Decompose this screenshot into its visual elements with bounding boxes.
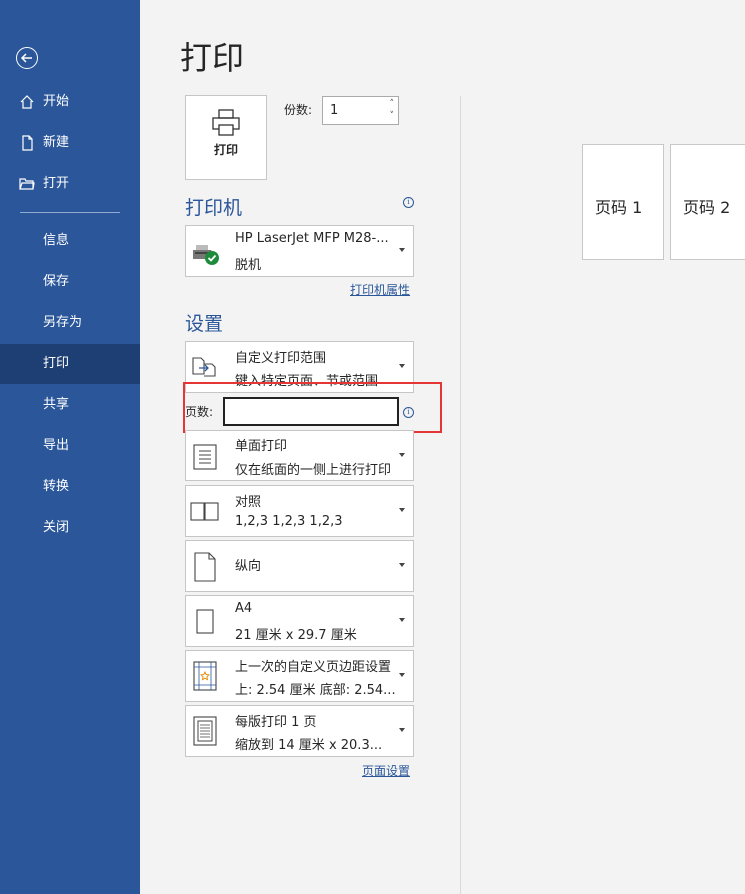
- print-range-hint: 键入特定页面、节或范围: [235, 374, 379, 389]
- printer-status: 脱机: [235, 258, 262, 273]
- sides-title: 单面打印: [235, 439, 288, 454]
- orientation-dropdown[interactable]: 纵向: [185, 540, 414, 592]
- copies-stepper[interactable]: 1 ˄ ˅: [322, 96, 399, 125]
- pages-label: 页数:: [185, 405, 214, 419]
- pages-per-sheet-dropdown[interactable]: 每版打印 1 页 缩放到 14 厘米 x 20.3...: [185, 705, 414, 757]
- new-document-icon: [19, 135, 35, 151]
- print-button-label: 打印: [213, 143, 238, 157]
- sidebar-item-info[interactable]: 信息: [0, 221, 140, 261]
- back-arrow-icon[interactable]: [16, 47, 38, 69]
- sidebar-item-home[interactable]: 开始: [0, 82, 140, 122]
- chevron-down-icon: [399, 508, 405, 512]
- printer-name: HP LaserJet MFP M28-...: [235, 231, 389, 246]
- printer-properties-link[interactable]: 打印机属性: [350, 281, 410, 298]
- page-range-icon: [190, 354, 220, 382]
- orientation-title: 纵向: [235, 559, 262, 574]
- page-title: 打印: [180, 39, 245, 77]
- sidebar-item-label: 信息: [43, 233, 70, 248]
- open-folder-icon: [19, 176, 35, 192]
- collate-icon: [190, 502, 220, 526]
- chevron-down-icon: [399, 452, 405, 457]
- chevron-down-icon: [399, 248, 405, 252]
- sidebar-item-close[interactable]: 关闭: [0, 508, 140, 548]
- spin-arrows-icon[interactable]: ˄ ˅: [390, 98, 395, 122]
- margins-dropdown[interactable]: 上一次的自定义页边距设置 上: 2.54 厘米 底部: 2.54...: [185, 650, 414, 702]
- home-icon: [19, 94, 35, 110]
- pages-input[interactable]: [223, 397, 399, 426]
- print-range-title: 自定义打印范围: [235, 351, 327, 366]
- paper-size-icon: [190, 608, 220, 640]
- sides-hint: 仅在纸面的一侧上进行打印: [235, 463, 392, 478]
- collate-dropdown[interactable]: 对照 1,2,3 1,2,3 1,2,3: [185, 485, 414, 537]
- sidebar-item-label: 保存: [43, 274, 70, 289]
- pages-per-sheet-icon: [190, 716, 220, 750]
- sidebar-item-share[interactable]: 共享: [0, 385, 140, 425]
- sidebar-item-label: 打印: [43, 356, 70, 371]
- sidebar-item-label: 导出: [43, 438, 70, 453]
- preview-page[interactable]: 页码 2: [670, 144, 745, 260]
- sidebar-item-open[interactable]: 打开: [0, 164, 140, 204]
- sidebar-item-print[interactable]: 打印: [0, 344, 140, 384]
- single-sided-icon: [190, 443, 220, 475]
- paper-size-dropdown[interactable]: A4 21 厘米 x 29.7 厘米: [185, 595, 414, 647]
- printer-ready-icon: [190, 242, 220, 270]
- preview-page[interactable]: 页码 1: [582, 144, 664, 260]
- paper-size-title: A4: [235, 601, 253, 616]
- margins-title: 上一次的自定义页边距设置: [235, 660, 392, 675]
- sidebar-item-label: 打开: [43, 176, 70, 191]
- settings-heading: 设置: [185, 313, 224, 335]
- print-button[interactable]: 打印: [185, 95, 267, 180]
- portrait-page-icon: [190, 552, 220, 586]
- pages-per-sheet-scale: 缩放到 14 厘米 x 20.3...: [235, 738, 383, 753]
- print-range-dropdown[interactable]: 自定义打印范围 键入特定页面、节或范围: [185, 341, 414, 393]
- page-setup-link[interactable]: 页面设置: [362, 762, 410, 779]
- copies-value: 1: [330, 103, 339, 118]
- preview-page-label: 页码 2: [683, 198, 731, 217]
- sidebar-item-label: 另存为: [43, 315, 83, 330]
- sidebar-divider: [20, 212, 120, 213]
- sidebar-item-new[interactable]: 新建: [0, 123, 140, 163]
- chevron-down-icon: [399, 728, 405, 732]
- sidebar-item-label: 转换: [43, 479, 70, 494]
- sidebar-item-save[interactable]: 保存: [0, 262, 140, 302]
- sidebar-item-label: 共享: [43, 397, 70, 412]
- preview-page-label: 页码 1: [595, 198, 643, 217]
- paper-size-dims: 21 厘米 x 29.7 厘米: [235, 628, 357, 643]
- sidebar-item-label: 关闭: [43, 520, 70, 535]
- chevron-down-icon: [399, 673, 405, 677]
- chevron-down-icon: [399, 364, 405, 368]
- collate-title: 对照: [235, 495, 262, 510]
- info-icon[interactable]: i: [403, 407, 414, 418]
- info-icon[interactable]: i: [403, 197, 414, 208]
- printer-icon: [212, 109, 240, 136]
- printer-heading: 打印机: [185, 197, 243, 219]
- sidebar-item-label: 新建: [43, 135, 70, 150]
- sidebar-item-transform[interactable]: 转换: [0, 467, 140, 507]
- margins-values: 上: 2.54 厘米 底部: 2.54...: [235, 683, 396, 698]
- chevron-down-icon: [399, 618, 405, 622]
- sidebar-item-save-as[interactable]: 另存为: [0, 303, 140, 343]
- sidebar-item-export[interactable]: 导出: [0, 426, 140, 466]
- pages-per-sheet-title: 每版打印 1 页: [235, 715, 317, 730]
- chevron-down-icon: [399, 563, 405, 567]
- sidebar-item-label: 开始: [43, 94, 70, 109]
- backstage-sidebar: 开始 新建 打开 信息 保存 另存为 打印 共享 导出 转换 关闭: [0, 0, 140, 894]
- preview-divider: [460, 96, 461, 894]
- sides-dropdown[interactable]: 单面打印 仅在纸面的一侧上进行打印: [185, 430, 414, 481]
- printer-dropdown[interactable]: HP LaserJet MFP M28-... 脱机: [185, 225, 414, 277]
- copies-label: 份数:: [284, 103, 313, 117]
- collate-order: 1,2,3 1,2,3 1,2,3: [235, 514, 343, 529]
- margins-icon: [190, 661, 220, 695]
